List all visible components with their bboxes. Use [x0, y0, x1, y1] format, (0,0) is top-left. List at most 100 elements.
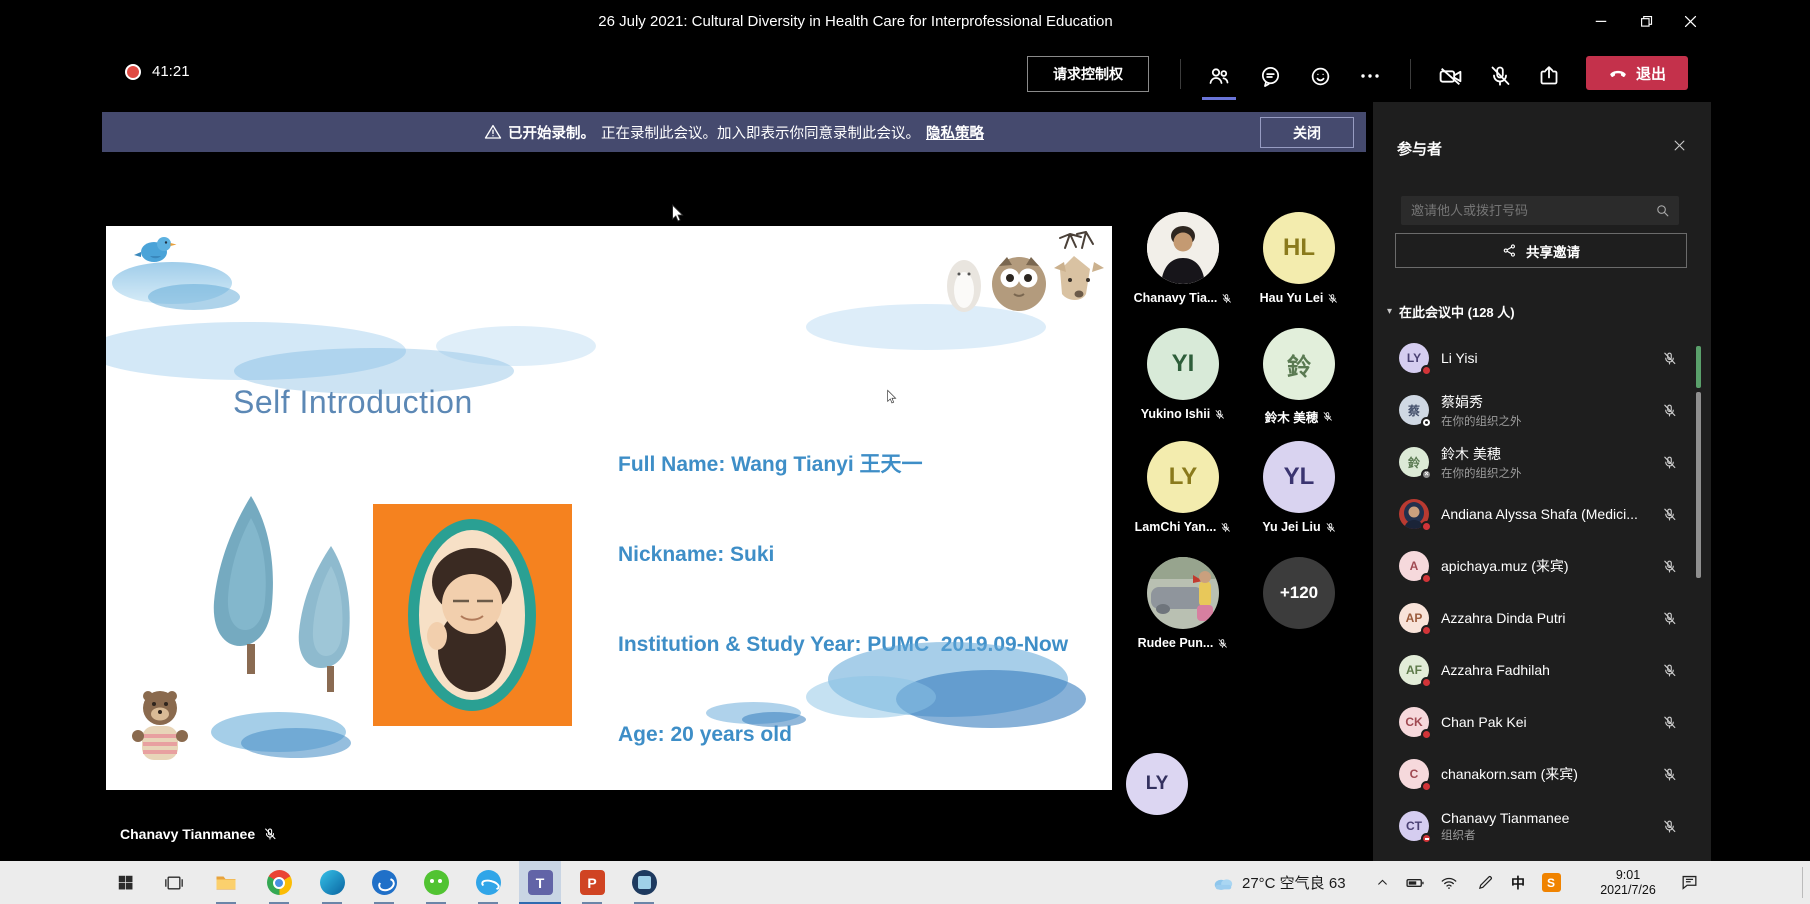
participant-row[interactable]: C chanakorn.sam (来宾) [1373, 748, 1711, 800]
video-thumbnail[interactable]: Chanavy Tia... [1128, 212, 1238, 305]
participant-row[interactable]: 鈴 × 鈴木 美穂 在你的组织之外 [1373, 436, 1711, 488]
lightblue-app-icon [476, 870, 501, 895]
video-thumbnail[interactable]: Rudee Pun... [1128, 557, 1238, 650]
avatar: LY [1147, 441, 1219, 513]
chat-button[interactable] [1253, 62, 1287, 90]
panel-title: 参与者 [1397, 138, 1442, 159]
participant-row[interactable]: Andiana Alyssa Shafa (Medici... [1373, 488, 1711, 540]
clock-time: 9:01 [1616, 868, 1640, 883]
video-thumbnail[interactable]: YI Yukino Ishii [1128, 328, 1238, 421]
avatar: AF [1399, 655, 1429, 685]
avatar: 蔡 [1399, 395, 1429, 425]
wechat-button[interactable] [415, 861, 457, 904]
powerpoint-button[interactable]: P [571, 861, 613, 904]
participant-row[interactable]: A apichaya.muz (来宾) [1373, 540, 1711, 592]
restore-button[interactable] [1623, 0, 1668, 42]
video-thumbnail[interactable]: YL Yu Jei Liu [1244, 441, 1354, 534]
camera-off-icon [1438, 64, 1463, 89]
thumbnail-name: Chanavy Tia... [1134, 291, 1218, 305]
slide-cursor-icon [884, 388, 900, 406]
chrome-button[interactable] [258, 861, 300, 904]
participant-subtitle: 在你的组织之外 [1441, 413, 1522, 429]
wifi-tray-item[interactable] [1434, 861, 1464, 904]
video-thumbnail[interactable]: HL Hau Yu Lei [1244, 212, 1354, 305]
file-explorer-button[interactable] [205, 861, 247, 904]
start-button[interactable] [104, 861, 146, 904]
close-button[interactable] [1668, 0, 1713, 42]
status-badge [1421, 521, 1432, 532]
restore-icon [1637, 13, 1654, 30]
tray-expand-button[interactable] [1368, 861, 1396, 904]
in-meeting-section-header[interactable]: ▾ 在此会议中 (128 人) [1387, 302, 1515, 321]
participant-row[interactable]: CK Chan Pak Kei [1373, 696, 1711, 748]
panel-close-button[interactable] [1672, 138, 1687, 153]
taskbar-clock[interactable]: 9:01 2021/7/26 [1588, 861, 1668, 904]
avatar: 鈴 × [1399, 447, 1429, 477]
slide-title: Self Introduction [233, 384, 473, 421]
navy-app-button[interactable] [623, 861, 665, 904]
recording-banner: 已开始录制。 正在录制此会议。加入即表示你同意录制此会议。 隐私策略 关闭 [102, 112, 1366, 152]
mirror-portrait [373, 504, 572, 726]
chrome-icon [267, 870, 292, 895]
avatar: 鈴 [1263, 328, 1335, 400]
participant-row[interactable]: AF Azzahra Fadhilah [1373, 644, 1711, 696]
minimize-button[interactable] [1578, 0, 1623, 42]
ime-indicator[interactable]: 中 [1504, 861, 1532, 904]
privacy-policy-link[interactable]: 隐私策略 [926, 122, 984, 143]
share-invite-button[interactable]: 共享邀请 [1395, 233, 1687, 268]
video-thumbnail[interactable]: 鈴 鈴木 美穂 [1244, 328, 1354, 426]
messenger-app-button[interactable] [467, 861, 509, 904]
battery-tray-item[interactable] [1400, 861, 1430, 904]
mail-app-button[interactable] [363, 861, 405, 904]
thumbnail-name: LamChi Yan... [1135, 520, 1217, 534]
teams-button[interactable]: T [519, 861, 561, 904]
share-invite-label: 共享邀请 [1526, 241, 1580, 261]
search-icon[interactable] [1655, 203, 1670, 218]
show-desktop-divider[interactable] [1802, 867, 1803, 898]
battery-icon [1405, 873, 1425, 893]
active-speaker-bubble[interactable]: LY [1126, 753, 1188, 815]
banner-close-button[interactable]: 关闭 [1260, 117, 1354, 148]
participants-toggle-button[interactable] [1202, 62, 1236, 90]
participants-active-underline [1202, 97, 1236, 100]
chevron-down-icon: ▾ [1387, 306, 1392, 317]
request-control-button[interactable]: 请求控制权 [1027, 56, 1149, 92]
mic-toggle-button[interactable] [1483, 62, 1517, 90]
status-badge [1421, 833, 1432, 844]
weather-widget[interactable]: 27°C 空气良 63 [1212, 861, 1346, 904]
more-options-button[interactable] [1353, 62, 1387, 90]
pen-tray-item[interactable] [1470, 861, 1500, 904]
edge-icon [320, 870, 345, 895]
mic-off-icon [1327, 293, 1338, 304]
participant-row[interactable]: CT Chanavy Tianmanee 组织者 [1373, 800, 1711, 852]
reactions-button[interactable] [1303, 62, 1337, 90]
recording-banner-bold: 已开始录制。 [508, 122, 595, 143]
mic-off-icon [1325, 522, 1336, 533]
participant-name: Andiana Alyssa Shafa (Medici... [1441, 506, 1638, 522]
participant-row[interactable]: LY Li Yisi [1373, 332, 1711, 384]
leave-meeting-button[interactable]: 退出 [1586, 56, 1688, 90]
toolbar-divider [1410, 59, 1411, 89]
mic-off-icon [1662, 403, 1677, 418]
scrollbar-marker[interactable] [1696, 346, 1701, 388]
mic-off-icon [1217, 638, 1228, 649]
camera-toggle-button[interactable] [1433, 62, 1467, 90]
overflow-thumbnail[interactable]: +120 [1244, 557, 1354, 629]
action-center-button[interactable] [1672, 861, 1706, 904]
participant-row[interactable]: AP Azzahra Dinda Putri [1373, 592, 1711, 644]
slide-line: Nickname: Suki [618, 540, 1081, 570]
share-screen-button[interactable] [1532, 62, 1566, 90]
task-view-button[interactable] [153, 861, 195, 904]
status-badge [1421, 729, 1432, 740]
participant-name: Azzahra Fadhilah [1441, 662, 1550, 678]
chevron-up-icon [1376, 876, 1389, 889]
sogou-tray-item[interactable]: S [1536, 861, 1566, 904]
close-icon [1682, 13, 1699, 30]
edge-button[interactable] [311, 861, 353, 904]
scrollbar-thumb[interactable] [1696, 392, 1701, 578]
video-thumbnail[interactable]: LY LamChi Yan... [1128, 441, 1238, 534]
presenter-name: Chanavy Tianmanee [120, 826, 255, 842]
invite-search-input[interactable] [1401, 203, 1655, 218]
slide-info-block: Full Name: Wang Tianyi 王天一 Nickname: Suk… [618, 390, 1081, 790]
participant-row[interactable]: 蔡 蔡娟秀 在你的组织之外 [1373, 384, 1711, 436]
